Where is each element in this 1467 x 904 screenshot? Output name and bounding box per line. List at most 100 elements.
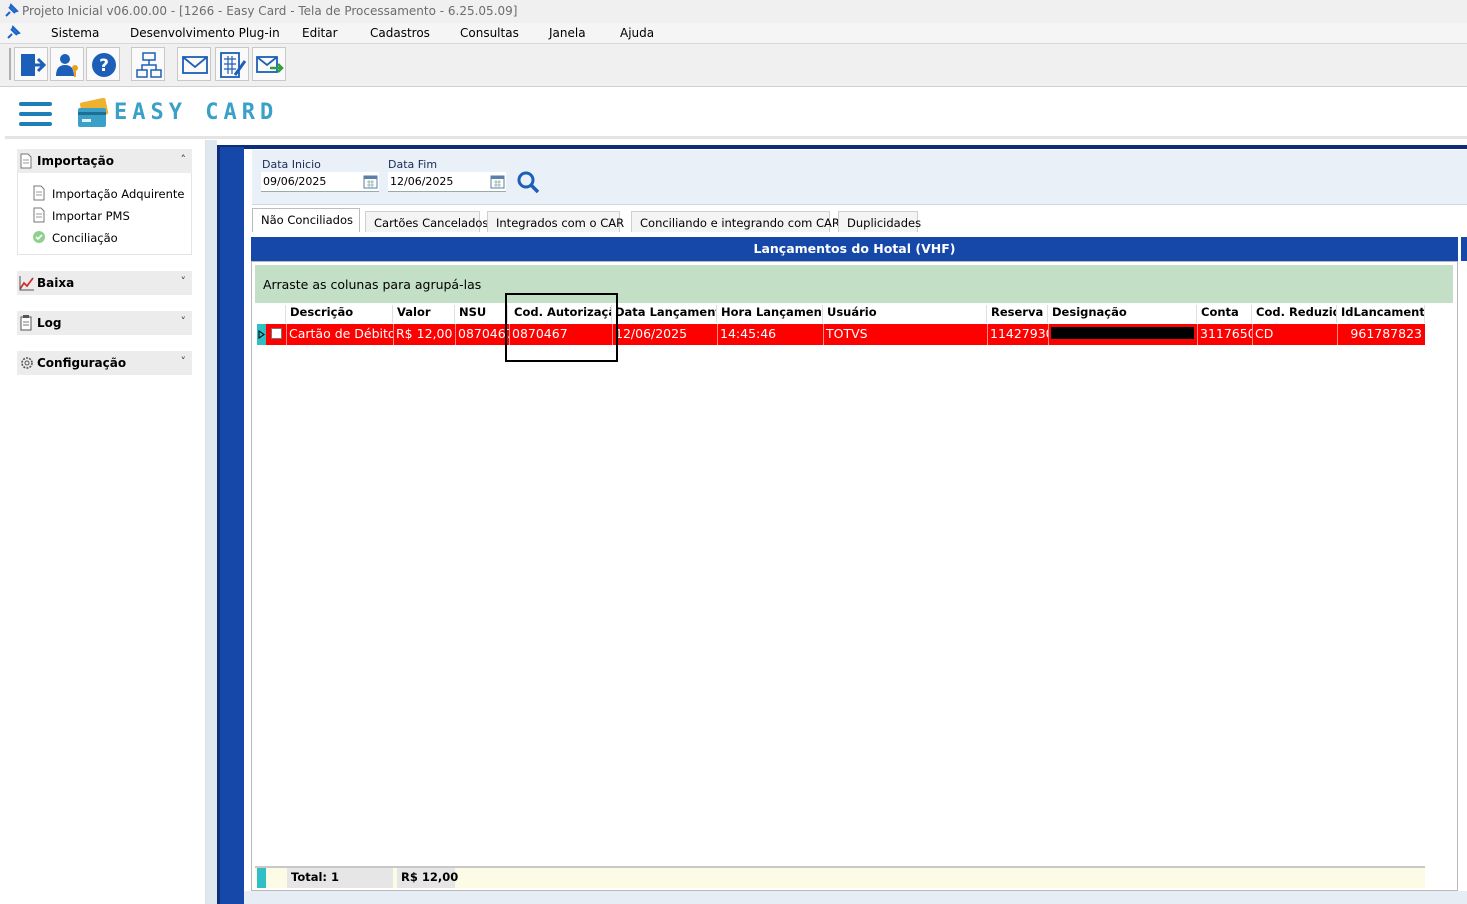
- calculator-edit-icon: [220, 52, 247, 78]
- sidebar-group-log[interactable]: Log ˅: [17, 311, 192, 335]
- triangle-right-icon: [258, 330, 265, 339]
- brand-name: EASY CARD: [114, 100, 279, 125]
- redaction-bar: [1051, 327, 1194, 339]
- row-checkbox[interactable]: [271, 328, 282, 339]
- sidebar-group-label: Configuração: [37, 356, 127, 370]
- menu-cadastros[interactable]: Cadastros: [370, 26, 430, 40]
- column-header[interactable]: NSU: [456, 305, 508, 323]
- clipboard-icon: [20, 315, 32, 331]
- cell-id-lancamento[interactable]: 961787823: [1338, 324, 1425, 345]
- gear-icon: [21, 357, 33, 369]
- sidebar-item-conciliacao[interactable]: Conciliação: [52, 231, 118, 245]
- frame-right-border: [1461, 237, 1467, 261]
- menu-ajuda[interactable]: Ajuda: [620, 26, 654, 40]
- filter-bar: Data Inicio 09/06/2025 Data Fim 12/06/20…: [252, 150, 1467, 205]
- network-icon: [136, 52, 162, 78]
- sidebar-group-label: Log: [37, 316, 62, 330]
- chevron-up-icon: ˄: [180, 153, 187, 166]
- column-header[interactable]: Descrição: [287, 305, 393, 323]
- app-pin-icon: [5, 3, 19, 17]
- column-header[interactable]: Designação: [1049, 305, 1197, 323]
- search-icon[interactable]: [516, 170, 540, 194]
- cell-conta[interactable]: 3117650: [1198, 324, 1253, 345]
- tab-conciliando-integrando-car[interactable]: Conciliando e integrando com CAR: [631, 211, 840, 232]
- toolbar-grip: [9, 48, 11, 80]
- start-date-input[interactable]: 09/06/2025: [261, 172, 379, 192]
- chevron-down-icon: ˅: [180, 315, 187, 328]
- app-pin-icon: [7, 25, 21, 39]
- row-select-cell[interactable]: [266, 324, 287, 345]
- splitter[interactable]: [206, 140, 217, 904]
- column-header-select[interactable]: [266, 305, 286, 323]
- menu-janela[interactable]: Janela: [549, 26, 586, 40]
- cell-reserva[interactable]: 11427930: [988, 324, 1049, 345]
- column-header[interactable]: Reserva: [988, 305, 1048, 323]
- frame-left-border: [217, 147, 244, 904]
- row-indicator[interactable]: [257, 324, 266, 345]
- frame-bottom-band: [244, 891, 1467, 904]
- column-header[interactable]: Conta: [1198, 305, 1252, 323]
- start-date-label: Data Inicio: [262, 158, 321, 171]
- user-key-button[interactable]: [50, 47, 84, 81]
- help-button[interactable]: ?: [86, 47, 120, 81]
- menu-sistema[interactable]: Sistema: [51, 26, 99, 40]
- chevron-down-icon: ˅: [180, 275, 187, 288]
- check-circle-icon: [33, 231, 45, 243]
- table-row[interactable]: Cartão de Débito R$ 12,00 0870467 087046…: [266, 324, 1425, 345]
- cell-data-lancamento[interactable]: 12/06/2025: [613, 324, 718, 345]
- grid-title: Lançamentos do Hotal (VHF): [251, 237, 1458, 261]
- column-header[interactable]: Valor: [394, 305, 455, 323]
- end-date-label: Data Fim: [388, 158, 438, 171]
- sidebar-group-baixa[interactable]: Baixa ˅: [17, 271, 192, 295]
- menu-editar[interactable]: Editar: [302, 26, 338, 40]
- help-icon: ?: [92, 53, 116, 77]
- tab-cartoes-cancelados[interactable]: Cartões Cancelados: [365, 211, 488, 232]
- group-by-panel[interactable]: Arraste as colunas para agrupá-las: [255, 265, 1453, 303]
- column-header[interactable]: Data Lançamento: [613, 305, 717, 323]
- calculator-edit-button[interactable]: [215, 47, 249, 81]
- cell-hora-lancamento[interactable]: 14:45:46: [718, 324, 824, 345]
- mail-button[interactable]: [177, 47, 211, 81]
- network-button[interactable]: [131, 47, 165, 81]
- total-count: Total: 1: [287, 868, 393, 888]
- column-header[interactable]: Cod. Reduzido: [1253, 305, 1337, 323]
- sidebar-item-importar-pms[interactable]: Importar PMS: [52, 209, 130, 223]
- user-key-icon: [56, 54, 78, 77]
- exit-button[interactable]: [14, 47, 48, 81]
- exit-icon: [21, 54, 46, 76]
- hamburger-menu-icon[interactable]: [19, 100, 53, 128]
- tab-nao-conciliados[interactable]: Não Conciliados: [252, 208, 360, 232]
- highlight-box: [505, 293, 618, 362]
- sidebar-item-importacao-adquirente[interactable]: Importação Adquirente: [52, 187, 184, 201]
- mail-icon: [182, 56, 208, 74]
- menu-desenvolvimento-plugin[interactable]: Desenvolvimento Plug-in: [130, 26, 280, 40]
- document-icon: [20, 153, 32, 169]
- send-mail-icon: [256, 56, 284, 73]
- sidebar-group-importacao[interactable]: Importação ˄: [17, 149, 192, 173]
- cell-cod-reduzido[interactable]: CD: [1253, 324, 1338, 345]
- calendar-icon[interactable]: [363, 174, 378, 189]
- column-header[interactable]: IdLancamento: [1338, 305, 1425, 323]
- chart-line-icon: [19, 276, 34, 291]
- tab-duplicidades[interactable]: Duplicidades: [838, 211, 921, 232]
- menu-consultas[interactable]: Consultas: [460, 26, 519, 40]
- menu-bar: Sistema Desenvolvimento Plug-in Editar C…: [0, 23, 1467, 44]
- calendar-icon[interactable]: [490, 174, 505, 189]
- window-title: Projeto Inicial v06.00.00 - [1266 - Easy…: [22, 4, 518, 18]
- svg-text:?: ?: [99, 56, 109, 76]
- tab-bar: Não Conciliados Cartões Cancelados Integ…: [252, 208, 1467, 232]
- cell-nsu[interactable]: 0870467: [456, 324, 510, 345]
- end-date-input[interactable]: 12/06/2025: [388, 172, 506, 192]
- cell-valor[interactable]: R$ 12,00: [394, 324, 456, 345]
- sidebar-group-configuracao[interactable]: Configuração ˅: [17, 351, 192, 375]
- send-mail-button[interactable]: [252, 47, 286, 81]
- tab-integrados-com-car[interactable]: Integrados com o CAR: [487, 211, 624, 232]
- card-logo-icon: [78, 98, 109, 127]
- column-header[interactable]: Hora Lançamento: [718, 305, 823, 323]
- window-title-bar: Projeto Inicial v06.00.00 - [1266 - Easy…: [0, 0, 1467, 23]
- cell-descricao[interactable]: Cartão de Débito: [287, 324, 394, 345]
- column-header[interactable]: Usuário: [824, 305, 987, 323]
- cell-usuario[interactable]: TOTVS: [824, 324, 988, 345]
- sidebar-group-label: Importação: [37, 154, 115, 168]
- document-icon: [33, 185, 45, 201]
